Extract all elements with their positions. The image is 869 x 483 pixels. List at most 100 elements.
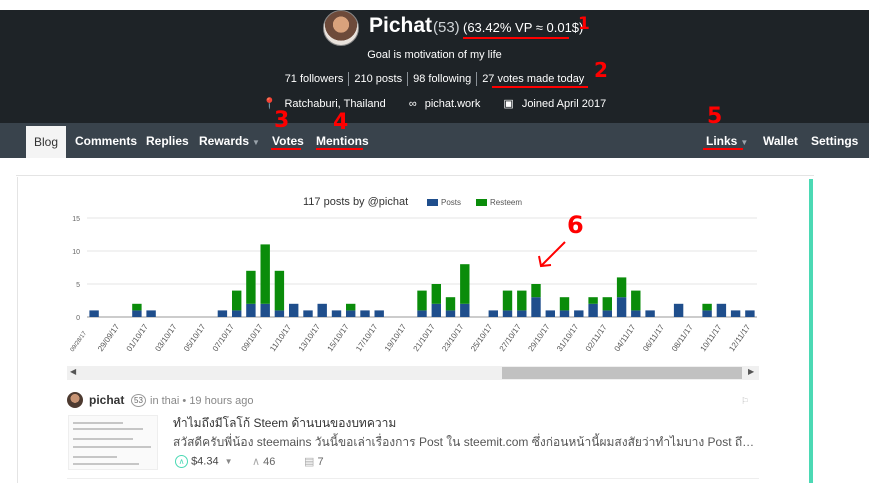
bar-resteem[interactable]: [702, 303, 712, 311]
bar-resteem[interactable]: [602, 297, 612, 311]
bar-posts[interactable]: [588, 303, 598, 317]
chevron-down-icon[interactable]: ▼: [225, 457, 233, 466]
bar-posts[interactable]: [274, 310, 285, 317]
x-tick-label: 04/11/17: [612, 323, 637, 354]
y-tick-label: 15: [72, 216, 80, 223]
bar-posts[interactable]: [502, 310, 513, 317]
post-thumbnail[interactable]: [68, 415, 158, 470]
bar-posts[interactable]: [217, 310, 228, 317]
bar-resteem[interactable]: [132, 303, 142, 311]
bar-resteem[interactable]: [232, 290, 242, 311]
bar-posts[interactable]: [730, 310, 741, 317]
x-tick-label: 08/11/17: [670, 323, 695, 354]
x-tick-label: 13/10/17: [297, 322, 323, 353]
thumbnail-line: [73, 463, 139, 465]
upvote-icon[interactable]: ∧: [175, 455, 188, 468]
x-tick-label: 05/10/17: [182, 322, 208, 353]
x-tick-label: 21/10/17: [412, 322, 438, 353]
bar-posts[interactable]: [460, 303, 470, 317]
bar-posts[interactable]: [246, 303, 256, 317]
bar-posts[interactable]: [673, 303, 684, 317]
bar-posts[interactable]: [346, 310, 356, 317]
bar-posts[interactable]: [545, 310, 555, 317]
x-tick-label: 12/11/17: [727, 323, 752, 354]
annotation-number-6: 6: [567, 211, 584, 239]
bar-resteem[interactable]: [417, 290, 427, 311]
comments-icon: ▤: [304, 456, 315, 468]
bar-posts[interactable]: [374, 310, 384, 317]
bar-resteem[interactable]: [559, 297, 570, 311]
bar-resteem[interactable]: [531, 284, 541, 298]
post-meta[interactable]: in thai • 19 hours ago: [150, 395, 254, 407]
thumbnail-line: [73, 428, 143, 430]
post-comments[interactable]: ▤ 7: [304, 455, 324, 468]
post-votes-count[interactable]: 46: [263, 456, 275, 468]
bar-posts[interactable]: [331, 310, 342, 317]
x-tick-label: 17/10/17: [354, 322, 380, 353]
bar-resteem[interactable]: [346, 303, 356, 311]
post-excerpt[interactable]: สวัสดีครับพี่น้อง steemains วันนี้ขอเล่า…: [173, 433, 757, 452]
post-title[interactable]: ทำไมถึงมีโลโก้ Steem ด้านบนของบทความ: [173, 414, 396, 433]
bar-posts[interactable]: [645, 310, 655, 317]
bar-posts[interactable]: [488, 310, 498, 317]
bar-resteem[interactable]: [260, 244, 270, 304]
posts-chart: 15 10 5 0 09/28/17 29/09/17 01/10/17 03/10/17 05…: [70, 216, 757, 354]
bar-posts[interactable]: [289, 303, 299, 317]
bar-posts[interactable]: [431, 303, 441, 317]
post-author[interactable]: pichat: [89, 393, 124, 407]
bar-posts[interactable]: [445, 310, 456, 317]
x-tick-label: 01/10/17: [125, 322, 151, 353]
bar-posts[interactable]: [417, 310, 427, 317]
bar-posts[interactable]: [303, 310, 313, 317]
bar-resteem[interactable]: [631, 290, 641, 311]
scroll-right-icon[interactable]: ▶: [748, 367, 754, 376]
bar-posts[interactable]: [260, 303, 270, 317]
x-tick-label: 07/10/17: [211, 322, 237, 353]
bar-posts[interactable]: [89, 310, 99, 317]
bar-posts[interactable]: [602, 310, 612, 317]
post-author-reputation: 53: [131, 394, 146, 407]
bar-resteem[interactable]: [460, 264, 470, 304]
x-tick-label: 25/10/17: [469, 322, 495, 353]
bar-posts[interactable]: [317, 303, 327, 317]
x-tick-label: 10/11/17: [699, 323, 724, 354]
votes-icon: ∧: [252, 456, 261, 468]
post-author-avatar[interactable]: [67, 392, 83, 408]
y-tick-label: 0: [76, 315, 80, 322]
y-tick-label: 5: [76, 282, 80, 289]
bar-resteem[interactable]: [431, 284, 441, 304]
bar-posts[interactable]: [745, 310, 755, 317]
x-tick-label: 27/10/17: [498, 322, 524, 353]
bar-resteem[interactable]: [274, 270, 285, 311]
post-payout[interactable]: ∧ $4.34 ▼: [175, 455, 233, 468]
bar-posts[interactable]: [146, 310, 156, 317]
bar-resteem[interactable]: [445, 297, 456, 311]
x-tick-label: 11/10/17: [268, 323, 293, 354]
bar-posts[interactable]: [517, 310, 527, 317]
bar-posts[interactable]: [631, 310, 641, 317]
bar-posts[interactable]: [574, 310, 584, 317]
x-tick-label: 29/09/17: [96, 322, 122, 353]
post-votes[interactable]: ∧ 46: [252, 455, 275, 468]
bar-posts[interactable]: [616, 297, 627, 317]
thumbnail-line: [73, 456, 117, 458]
bar-posts[interactable]: [559, 310, 570, 317]
bar-posts[interactable]: [360, 310, 370, 317]
post-comments-count[interactable]: 7: [317, 456, 323, 468]
thumbnail-line: [73, 422, 123, 424]
bar-posts[interactable]: [232, 310, 242, 317]
scroll-left-icon[interactable]: ◀: [70, 367, 76, 376]
x-tick-label: 03/10/17: [153, 322, 179, 353]
flag-icon[interactable]: ⚐: [741, 396, 749, 407]
bar-resteem[interactable]: [517, 290, 527, 311]
chart-scrollbar-thumb[interactable]: [502, 367, 742, 379]
bar-resteem[interactable]: [616, 277, 627, 298]
bar-resteem[interactable]: [246, 270, 256, 304]
bar-resteem[interactable]: [588, 297, 598, 304]
bar-posts[interactable]: [531, 297, 541, 317]
bar-resteem[interactable]: [502, 290, 513, 311]
post-payout-value[interactable]: $4.34: [191, 455, 219, 467]
bar-posts[interactable]: [702, 310, 712, 317]
bar-posts[interactable]: [132, 310, 142, 317]
bar-posts[interactable]: [716, 303, 727, 317]
